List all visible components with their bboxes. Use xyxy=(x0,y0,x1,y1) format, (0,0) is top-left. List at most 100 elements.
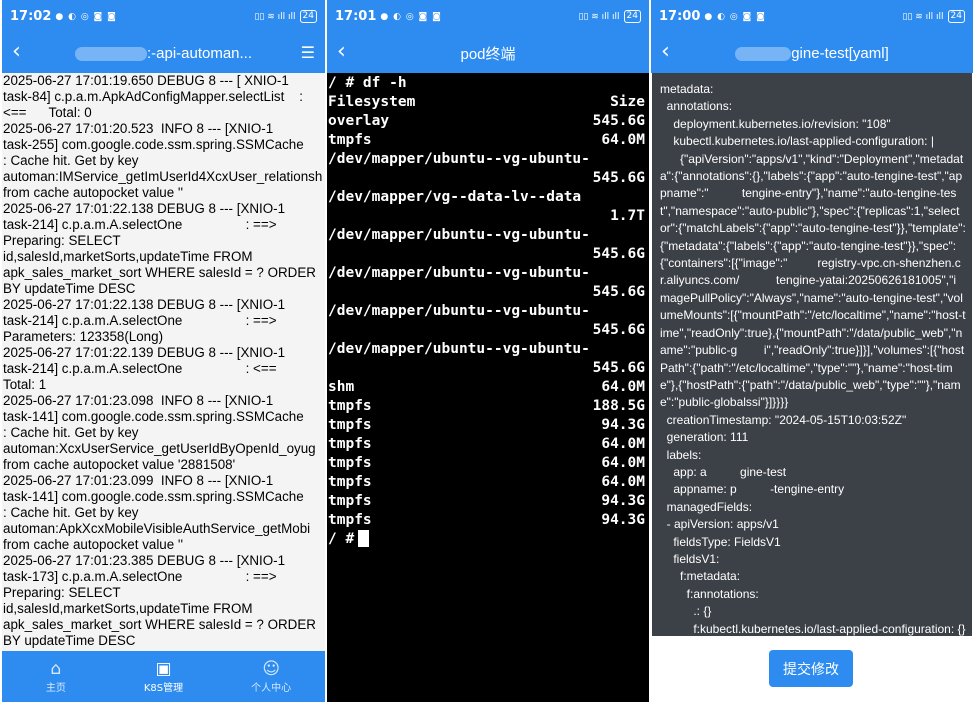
terminal-line: /dev/mapper/ubuntu--vg-ubuntu- xyxy=(328,227,590,243)
yaml-line: metadata: xyxy=(660,82,714,96)
title-bar: ‹ pod终端 xyxy=(327,33,649,73)
terminal-screen: 17:01 ● ◐ ◎ ◙ ◙ ▯▯ ≋ ıll ıll 24 ‹ pod终端 … xyxy=(327,0,649,702)
log-line: 2025-06-27 17:01:22.139 DEBUG 8 --- [XNI… xyxy=(3,345,286,360)
status-time: 17:01 xyxy=(335,9,377,24)
log-line: 2025-06-27 17:01:20.523 INFO 8 --- [XNIO… xyxy=(3,121,274,136)
yaml-line: managedFields: xyxy=(660,499,753,514)
terminal-line: tmpfs 64.0M xyxy=(328,474,645,490)
terminal-line: /dev/mapper/ubuntu--vg-ubuntu- xyxy=(328,151,590,167)
cursor-block xyxy=(358,530,370,547)
terminal-line: /dev/mapper/ubuntu--vg-ubuntu- xyxy=(328,265,590,281)
log-line: : Cache hit. Get by key xyxy=(3,505,139,520)
page-title: pod终端 xyxy=(460,45,516,63)
log-line: 2025-06-27 17:01:22.138 DEBUG 8 --- [XNI… xyxy=(3,201,286,216)
log-line: 2025-06-27 17:01:23.385 DEBUG 8 --- [XNI… xyxy=(3,553,286,568)
status-bar: 17:00 ● ◐ ◎ ◙ ◙ ▯▯ ≋ ıll ıll 24 xyxy=(651,0,973,33)
log-line: task-141] com.google.code.ssm.spring.SSM… xyxy=(3,409,304,424)
log-output[interactable]: 2025-06-27 17:01:19.650 DEBUG 8 --- [ XN… xyxy=(2,73,325,651)
yaml-line: - apiVersion: apps/v1 xyxy=(660,517,779,532)
terminal-prompt[interactable]: / # xyxy=(328,530,649,549)
log-line: : Cache hit. Get by key xyxy=(3,153,139,168)
back-arrow-icon[interactable]: ‹ xyxy=(337,39,357,65)
terminal-line: tmpfs 64.0M xyxy=(328,455,645,471)
battery-icon: 24 xyxy=(947,10,965,23)
notification-icons: ● ◐ ◎ ◙ ◙ xyxy=(55,11,117,22)
terminal-line: /dev/mapper/vg--data-lv--data xyxy=(328,189,582,205)
signal-icons: ▯▯ ≋ ıll ıll xyxy=(254,11,296,22)
log-line: task-214] c.p.a.m.A.selectOne : ==> xyxy=(3,217,277,232)
log-line: Total: 1 xyxy=(3,377,47,392)
title-bar: ‹ :-api-automan... ☰ xyxy=(2,33,325,73)
yaml-line: creationTimestamp: "2024-05-15T10:03:52Z… xyxy=(660,412,907,427)
back-arrow-icon[interactable]: ‹ xyxy=(661,39,681,65)
terminal-line: 545.6G xyxy=(592,360,645,376)
log-line: 2025-06-27 17:01:23.099 INFO 8 --- [XNIO… xyxy=(3,473,274,488)
yaml-line: deployment.kubernetes.io/revision: "108" xyxy=(660,116,891,131)
terminal-line: tmpfs 94.3G xyxy=(328,417,645,433)
submit-changes-button[interactable]: 提交修改 xyxy=(769,650,853,687)
log-line: automan:XcxUserService_getUserIdByOpenId… xyxy=(3,441,316,456)
log-line: task-173] c.p.a.m.A.selectOne : ==> xyxy=(3,569,277,584)
log-line: Parameters: 123358(Long) xyxy=(3,329,164,344)
yaml-editor[interactable]: metadata: annotations: deployment.kubern… xyxy=(652,73,972,636)
log-line: automan:ApkXcxMobileVisibleAuthService_g… xyxy=(3,521,311,536)
nav-label: 主页 xyxy=(45,683,66,694)
page-title: :-api-automan... xyxy=(74,45,252,62)
signal-icons: ▯▯ ≋ ıll ıll xyxy=(578,11,620,22)
log-line: 2025-06-27 17:01:19.650 DEBUG 8 --- [ XN… xyxy=(3,73,289,88)
terminal-line: shm 64.0M xyxy=(328,379,645,395)
yaml-line: generation: 111 xyxy=(660,430,749,445)
yaml-line: kubectl.kubernetes.io/last-applied-confi… xyxy=(660,134,934,149)
notification-icons: ● ◐ ◎ ◙ ◙ xyxy=(704,11,766,22)
terminal-line: tmpfs 94.3G xyxy=(328,493,645,509)
terminal-line: 1.7T xyxy=(610,208,645,224)
nav-item-profile[interactable]: ☺ 个人中心 xyxy=(217,651,325,702)
terminal-line: 545.6G xyxy=(592,284,645,300)
log-line: apk_sales_market_sort WHERE salesId = ? … xyxy=(3,265,316,280)
yaml-line: app: a gine-test xyxy=(660,464,787,479)
terminal-line: 545.6G xyxy=(592,170,645,186)
terminal-line: tmpfs 64.0M xyxy=(328,436,645,452)
log-line: from cache autopocket value '' xyxy=(3,185,184,200)
log-line: task-84] c.p.a.m.ApkAdConfigMapper.selec… xyxy=(3,89,303,104)
page-title: gine-test[yaml] xyxy=(735,45,889,62)
log-screen: 17:02 ● ◐ ◎ ◙ ◙ ▯▯ ≋ ıll ıll 24 ‹ :-api-… xyxy=(2,0,325,702)
terminal-output[interactable]: / # df -h Filesystem Size overlay 545.6G tmp… xyxy=(327,73,649,702)
battery-icon: 24 xyxy=(623,10,641,23)
yaml-line: fieldsType: FieldsV1 xyxy=(660,534,781,549)
terminal-line: tmpfs 94.3G xyxy=(328,512,645,528)
nav-item-k8s[interactable]: ▣ K8S管理 xyxy=(110,651,218,702)
back-arrow-icon[interactable]: ‹ xyxy=(12,39,32,65)
nav-label: K8S管理 xyxy=(143,683,184,694)
status-time: 17:00 xyxy=(659,9,701,24)
status-bar: 17:02 ● ◐ ◎ ◙ ◙ ▯▯ ≋ ıll ıll 24 xyxy=(2,0,325,33)
log-line: id,salesId,marketSorts,updateTime FROM xyxy=(3,601,253,616)
log-line: apk_sales_market_sort WHERE salesId = ? … xyxy=(3,617,316,632)
log-line: task-214] c.p.a.m.A.selectOne : ==> xyxy=(3,313,277,328)
profile-icon: ☺ xyxy=(262,659,281,679)
nav-item-home[interactable]: ⌂ 主页 xyxy=(2,651,110,702)
nav-label: 个人中心 xyxy=(251,683,292,694)
log-line: Preparing: SELECT xyxy=(3,233,121,248)
status-bar: 17:01 ● ◐ ◎ ◙ ◙ ▯▯ ≋ ıll ıll 24 xyxy=(327,0,649,33)
log-line: 2025-06-27 17:01:22.138 DEBUG 8 --- [XNI… xyxy=(3,297,286,312)
yaml-line: f:metadata: xyxy=(660,569,741,584)
terminal-line: 545.6G xyxy=(592,246,645,262)
log-line: Preparing: SELECT xyxy=(3,585,121,600)
terminal-line: tmpfs 188.5G xyxy=(328,398,645,414)
terminal-line: /dev/mapper/ubuntu--vg-ubuntu- xyxy=(328,341,590,357)
log-line: 2025-06-27 17:01:23.098 INFO 8 --- [XNIO… xyxy=(3,393,274,408)
log-line: automan:IMService_getImUserId4XcxUser_re… xyxy=(3,169,323,184)
yaml-line: annotations: xyxy=(660,99,733,114)
title-bar: ‹ gine-test[yaml] xyxy=(651,33,973,73)
notification-icons: ● ◐ ◎ ◙ ◙ xyxy=(380,11,442,22)
list-menu-icon[interactable]: ☰ xyxy=(301,43,315,62)
yaml-line: fieldsV1: xyxy=(660,551,720,566)
terminal-line: tmpfs 64.0M xyxy=(328,132,645,148)
yaml-line: .: {} xyxy=(660,604,712,619)
battery-icon: 24 xyxy=(299,10,317,23)
yaml-line: f:kubectl.kubernetes.io/last-applied-con… xyxy=(660,621,966,636)
terminal-line: overlay 545.6G xyxy=(328,113,645,129)
terminal-line: 545.6G xyxy=(592,322,645,338)
terminal-line: /dev/mapper/ubuntu--vg-ubuntu- xyxy=(328,303,590,319)
